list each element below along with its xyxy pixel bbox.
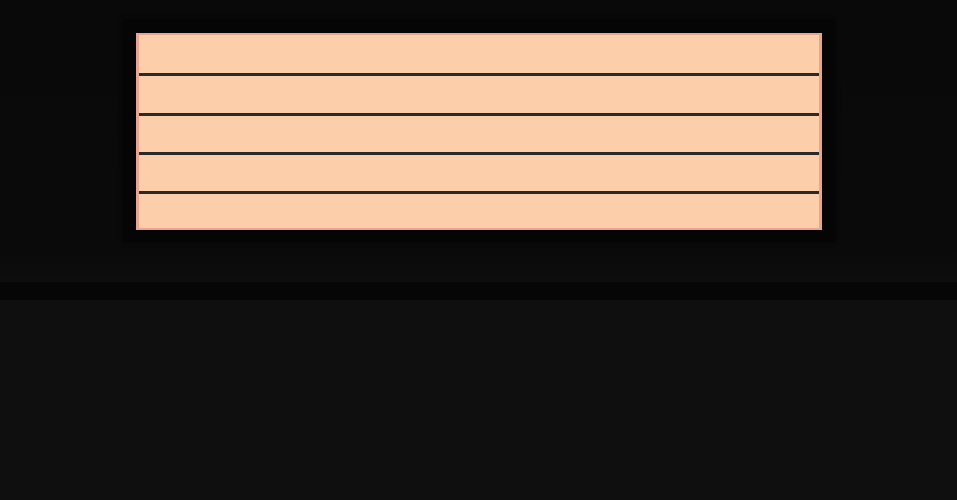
list-item[interactable]	[139, 35, 819, 74]
list-item[interactable]	[139, 76, 819, 115]
list-item[interactable]	[139, 194, 819, 228]
empty-content-area	[0, 300, 957, 500]
list-item[interactable]	[139, 116, 819, 155]
section-separator	[0, 282, 957, 300]
top-stage	[0, 0, 957, 282]
app-viewport	[0, 0, 957, 500]
list-item[interactable]	[139, 155, 819, 194]
stacked-row-list	[136, 33, 822, 230]
